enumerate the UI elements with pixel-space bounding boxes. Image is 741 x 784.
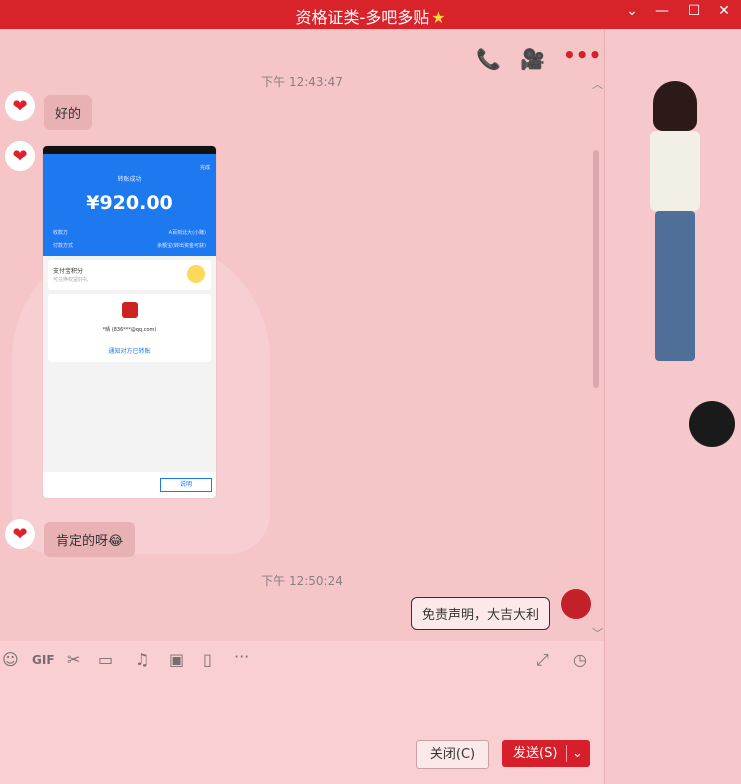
friend-avatar[interactable]: ❤ [5,91,35,121]
scissors-icon[interactable]: ✂ [67,650,80,669]
message-bubble[interactable]: 肯定的呀😂 [44,522,136,557]
friend-avatar[interactable]: ❤ [5,141,35,171]
minimize-button[interactable]: — [651,3,673,19]
avatar-panel [605,29,741,784]
send-options-icon[interactable]: ⌄ [572,740,583,767]
image-icon[interactable]: ▣ [169,650,184,669]
image-message[interactable]: 转账成功 完成 ¥920.00 收款方 A百刻北大(小赚) 付款方式 余额宝(转… [43,146,216,498]
star-icon: ★ [431,8,446,27]
timestamp: 下午 12:43:47 [261,75,343,89]
more-tools-icon[interactable]: ··· [234,647,249,666]
dropdown-icon[interactable]: ⌄ [621,3,643,19]
scroll-down-icon[interactable]: ﹀ [592,625,603,641]
music-icon[interactable]: ♫ [135,650,149,669]
pet-avatar[interactable] [689,401,735,447]
scrollbar[interactable] [593,150,599,388]
my-avatar[interactable] [561,589,591,619]
send-button[interactable]: 发送(S) ⌄ [502,740,590,767]
expand-icon[interactable]: ⤢ [536,650,549,670]
friend-avatar[interactable]: ❤ [5,519,35,549]
gif-icon[interactable]: GIF [32,653,55,667]
shake-icon[interactable]: ▯ [203,650,212,669]
scroll-up-icon[interactable]: ︿ [592,76,603,92]
message-bubble[interactable]: 免责声明，大吉大利 [411,597,551,630]
laughing-emoji-icon: 😂 [108,534,124,549]
message-bubble[interactable]: 好的 [44,95,93,130]
close-window-button[interactable]: ✕ [713,3,735,19]
history-icon[interactable]: ◷ [573,650,587,669]
title-bar: 资格证类-多吧多贴 ★ ⌄ — ☐ ✕ [0,0,741,29]
emoji-icon[interactable]: ☺ [2,650,19,669]
close-button[interactable]: 关闭(C) [416,740,489,769]
timestamp: 下午 12:50:24 [261,574,343,588]
folder-icon[interactable]: ▭ [98,650,113,669]
maximize-button[interactable]: ☐ [683,3,705,19]
chat-pane: 📞 🎥 ••• 下午 12:43:47 ❤ 好的 ❤ 转账成功 完成 ¥920.… [0,29,604,641]
avatar-show-figure [643,81,707,411]
voice-call-icon[interactable]: 📞 [476,47,501,71]
video-call-icon[interactable]: 🎥 [520,47,545,71]
more-icon[interactable]: ••• [563,43,601,67]
